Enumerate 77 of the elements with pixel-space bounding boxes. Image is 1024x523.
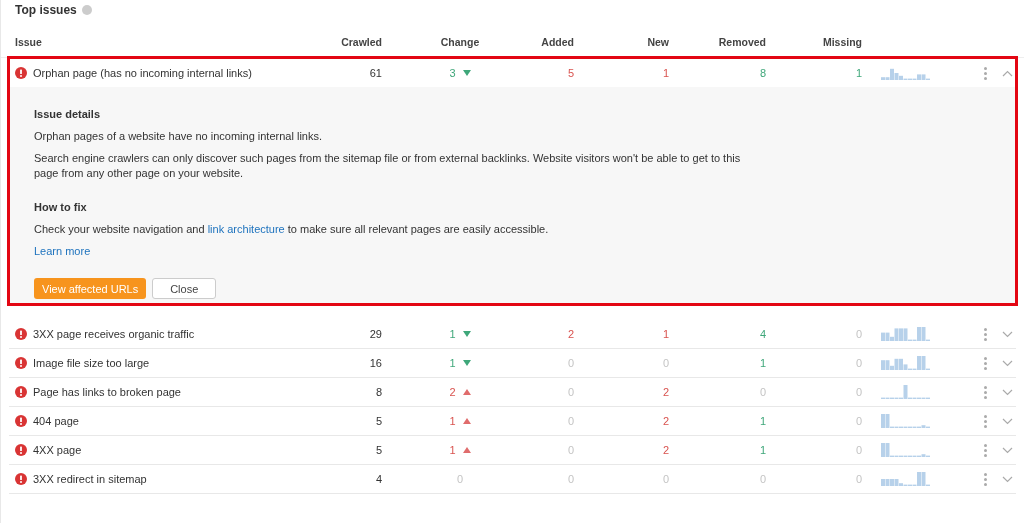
issue-name[interactable]: Page has links to broken page (33, 383, 181, 401)
chevron-down-icon[interactable] (1002, 359, 1013, 367)
table-cell: 8 (375, 385, 382, 398)
more-options-icon[interactable] (984, 443, 987, 457)
chevron-down-icon[interactable] (1002, 330, 1013, 338)
sparkline-drawing (881, 327, 931, 341)
table-cell: 2 (662, 414, 669, 427)
explanation-text: Search engine crawlers can only discover such pages from the sitemap file or from external backlinks. Website visitors won't be able to get to this page from any other page on your website. (34, 151, 742, 181)
issue-name[interactable]: 3XX page receives organic traffic (33, 325, 195, 343)
table-cell: 1 (759, 443, 766, 456)
sparkline-drawing (881, 414, 931, 428)
column-header: Removed (718, 35, 766, 48)
error-icon (15, 473, 27, 485)
error-icon (15, 357, 27, 369)
close-button[interactable]: Close (152, 278, 217, 299)
table-cell: 5 (375, 414, 382, 427)
table-cell-text: 3 (449, 65, 456, 81)
chevron-down-icon[interactable] (1002, 388, 1013, 396)
more-options-icon[interactable] (984, 66, 987, 80)
table-cell: 16 (369, 356, 382, 369)
table-cell-text: 1 (449, 326, 456, 342)
table-cell: 4 (375, 472, 382, 485)
sparkline-drawing (881, 443, 931, 457)
column-header: Issue (15, 35, 42, 48)
column-header: Missing (822, 35, 862, 48)
error-icon (15, 386, 27, 398)
table-cell: 2 (662, 385, 669, 398)
issue-name[interactable]: Orphan page (has no incoming internal links) (33, 64, 252, 82)
table-cell: 1 (855, 66, 862, 79)
learn-more-link[interactable]: Learn more (34, 244, 91, 258)
column-header: Change (440, 35, 480, 48)
section-title: Top issues (15, 2, 77, 19)
column-header: Crawled (341, 35, 382, 48)
more-options-icon[interactable] (984, 472, 987, 486)
column-header: Added (541, 35, 574, 48)
more-options-icon[interactable] (984, 327, 987, 341)
chevron-up-icon[interactable] (1002, 69, 1013, 77)
fix-text: Check your website navigation and link architecture to make sure all relevant pages are easily accessible. (34, 222, 550, 236)
error-icon (15, 328, 27, 340)
table-cell-text: 1 (449, 355, 456, 371)
error-icon (15, 415, 27, 427)
section-heading: How to fix (34, 200, 88, 214)
issue-name[interactable]: 404 page (33, 412, 79, 430)
more-options-icon[interactable] (984, 385, 987, 399)
more-options-icon[interactable] (984, 414, 987, 428)
table-cell: 8 (759, 66, 766, 79)
error-icon (15, 444, 27, 456)
sparkline-drawing (881, 472, 931, 486)
table-cell-text: 2 (449, 384, 456, 400)
chevron-down-icon[interactable] (1002, 446, 1013, 454)
table-cell: 61 (369, 66, 382, 79)
chevron-down-icon[interactable] (1002, 475, 1013, 483)
link-architecture-link[interactable]: link architecture (207, 223, 285, 235)
table-cell: 5 (375, 443, 382, 456)
sparkline-drawing (881, 66, 931, 80)
table-cell: 2 (567, 327, 574, 340)
table-cell: 1 (759, 414, 766, 427)
table-cell: 5 (567, 66, 574, 79)
chevron-down-icon[interactable] (1002, 417, 1013, 425)
sparkline-drawing (881, 385, 931, 399)
table-cell: 29 (369, 327, 382, 340)
error-icon (15, 67, 27, 79)
table-cell: 2 (662, 443, 669, 456)
description-text: Orphan pages of a website have no incoming internal links. (34, 129, 323, 143)
section-heading: Issue details (34, 107, 102, 121)
table-cell: 1 (759, 356, 766, 369)
table-cell-text: 1 (449, 442, 456, 458)
more-options-icon[interactable] (984, 356, 987, 370)
table-cell: 1 (662, 66, 669, 79)
issue-name[interactable]: 4XX page (33, 441, 82, 459)
sparkline-drawing (881, 356, 931, 370)
table-cell: 1 (662, 327, 669, 340)
table-cell-text: 1 (449, 413, 456, 429)
table-cell: 4 (759, 327, 766, 340)
issue-name[interactable]: 3XX redirect in sitemap (33, 470, 147, 488)
issue-name[interactable]: Image file size too large (33, 354, 150, 372)
column-header: New (647, 35, 669, 48)
